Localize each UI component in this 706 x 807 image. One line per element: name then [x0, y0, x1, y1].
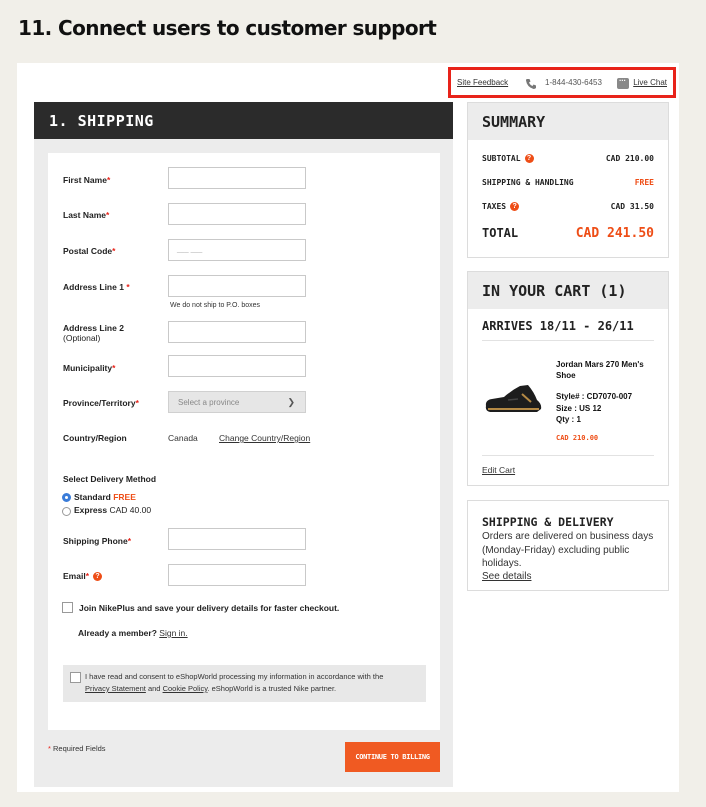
postal-code-label: Postal Code*	[63, 246, 116, 256]
delivery-method-title: Select Delivery Method	[63, 474, 157, 484]
product-size: Size : US 12	[556, 404, 602, 413]
summary-title: SUMMARY	[482, 113, 546, 131]
privacy-statement-link[interactable]: Privacy Statement	[85, 684, 146, 693]
email-label: Email*?	[63, 571, 102, 582]
taxes-row: TAXES? CAD 31.50	[482, 202, 654, 211]
cookie-policy-link[interactable]: Cookie Policy	[163, 684, 208, 693]
see-details-link[interactable]: See details	[482, 571, 531, 582]
site-feedback-link[interactable]: Site Feedback	[457, 78, 508, 87]
shoe-image[interactable]	[482, 380, 544, 416]
live-chat-link[interactable]: Live Chat	[633, 78, 667, 87]
support-phone-number[interactable]: 1-844-430-6453	[545, 78, 602, 87]
support-bar: Site Feedback 1-844-430-6453 Live Chat	[448, 67, 676, 98]
consent-checkbox[interactable]	[70, 672, 81, 683]
consent-text-1: I have read and consent to eShopWorld pr…	[85, 672, 384, 681]
address-line1-input[interactable]	[168, 275, 306, 297]
province-label: Province/Territory*	[63, 398, 139, 408]
country-label: Country/Region	[63, 433, 127, 443]
subtotal-info-icon[interactable]: ?	[524, 154, 534, 163]
arrival-dates: ARRIVES 18/11 - 26/11	[482, 319, 634, 333]
express-radio[interactable]	[62, 507, 71, 516]
province-select[interactable]: Select a province ❯	[168, 391, 306, 413]
municipality-input[interactable]	[168, 355, 306, 377]
country-value: Canada	[168, 433, 198, 443]
product-price: CAD 210.00	[556, 434, 599, 442]
address-line2-label: Address Line 2 (Optional)	[63, 323, 124, 343]
total-row: TOTAL CAD 241.50	[482, 226, 654, 241]
shipping-delivery-title: SHIPPING & DELIVERY	[482, 515, 614, 529]
first-name-input[interactable]	[168, 167, 306, 189]
last-name-input[interactable]	[168, 203, 306, 225]
cart-panel: IN YOUR CART (1) ARRIVES 18/11 - 26/11 J…	[467, 271, 669, 486]
page-heading: 11. Connect users to customer support	[18, 16, 437, 40]
summary-panel: SUMMARY SUBTOTAL? CAD 210.00 SHIPPING & H…	[467, 102, 669, 258]
email-info-icon[interactable]: ?	[93, 572, 102, 582]
phone-icon	[526, 79, 536, 89]
join-nikeplus-checkbox[interactable]	[62, 602, 73, 613]
shipping-row: SHIPPING & HANDLING FREE	[482, 178, 654, 187]
shipping-phone-label: Shipping Phone*	[63, 536, 132, 546]
express-option[interactable]: Express CAD 40.00	[74, 505, 151, 515]
taxes-info-icon[interactable]: ?	[510, 202, 520, 211]
change-country-link[interactable]: Change Country/Region	[219, 433, 310, 443]
shipping-phone-input[interactable]	[168, 528, 306, 550]
subtotal-row: SUBTOTAL? CAD 210.00	[482, 154, 654, 163]
shipping-delivery-text: Orders are delivered on business days (M…	[482, 531, 654, 569]
email-input[interactable]	[168, 564, 306, 586]
address-line2-input[interactable]	[168, 321, 306, 343]
standard-radio[interactable]	[62, 493, 71, 502]
product-style: Style# : CD7070-007	[556, 392, 633, 401]
cart-title: IN YOUR CART (1)	[482, 282, 627, 300]
shipping-delivery-panel: SHIPPING & DELIVERY Orders are delivered…	[467, 500, 669, 591]
consent-text-2: Privacy Statement and Cookie Policy. eSh…	[85, 684, 337, 693]
product-name[interactable]: Jordan Mars 270 Men's Shoe	[556, 360, 664, 382]
address-line1-label: Address Line 1 *	[63, 282, 130, 292]
standard-option[interactable]: Standard FREE	[74, 492, 136, 502]
sign-in-link[interactable]: Sign in.	[159, 628, 187, 638]
last-name-label: Last Name*	[63, 210, 110, 220]
first-name-label: First Name*	[63, 175, 111, 185]
po-box-note: We do not ship to P.O. boxes	[170, 302, 261, 309]
shipping-header: 1. SHIPPING	[34, 102, 453, 139]
municipality-label: Municipality*	[63, 363, 116, 373]
province-select-value: Select a province	[178, 398, 240, 407]
product-qty: Qty : 1	[556, 415, 581, 424]
required-fields-note: * Required Fields	[48, 744, 106, 753]
continue-to-billing-button[interactable]: CONTINUE TO BILLING	[345, 742, 440, 772]
join-nikeplus-label: Join NikePlus and save your delivery det…	[79, 603, 340, 613]
chevron-down-icon: ❯	[287, 397, 295, 407]
chat-icon[interactable]	[617, 74, 629, 89]
shipping-title: 1. SHIPPING	[49, 112, 154, 130]
postal-code-input[interactable]: ___ ___	[168, 239, 306, 261]
edit-cart-link[interactable]: Edit Cart	[482, 465, 515, 475]
member-label: Already a member? Sign in.	[78, 628, 188, 638]
